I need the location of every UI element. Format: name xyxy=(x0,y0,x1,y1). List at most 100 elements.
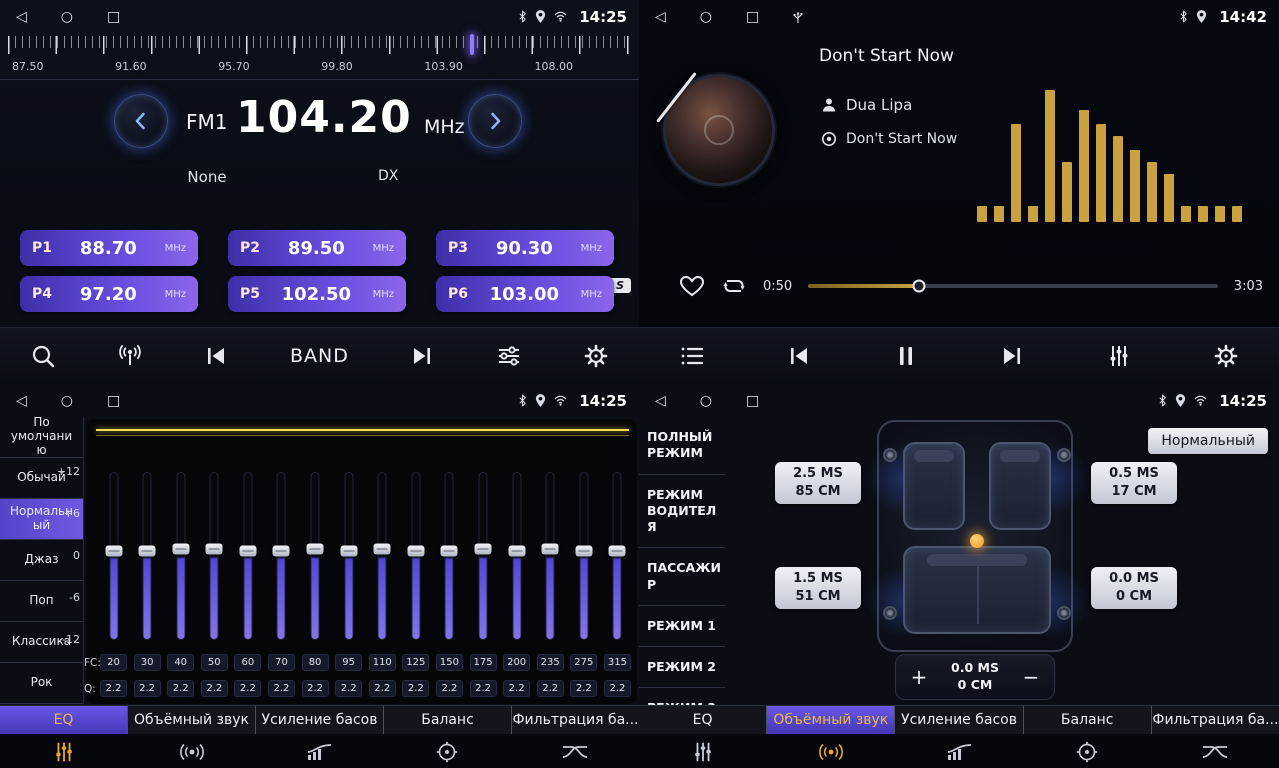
frequency-scale[interactable]: 87.5091.6095.7099.80103.90108.00 xyxy=(0,33,639,80)
listening-position-dot[interactable] xyxy=(970,534,984,548)
eq-band-slider[interactable] xyxy=(268,472,295,640)
delay-rear-right[interactable]: 0.0 MS0 CM xyxy=(1091,567,1177,609)
eq-band-slider[interactable] xyxy=(100,472,127,640)
tab-filter[interactable]: Фильтрация ба... xyxy=(1152,706,1279,734)
progress-thumb[interactable] xyxy=(912,280,925,293)
eq-band-thumb[interactable] xyxy=(172,544,189,555)
eq-band-thumb[interactable] xyxy=(441,545,458,556)
soundfield-mode-item[interactable]: РЕЖИМ 2 xyxy=(639,647,725,688)
eq-band-thumb[interactable] xyxy=(407,545,424,556)
playlist-button[interactable] xyxy=(679,343,705,369)
next-track-button[interactable] xyxy=(999,343,1025,369)
delay-rear-left[interactable]: 1.5 MS51 CM xyxy=(775,567,861,609)
back-button[interactable]: ◁ xyxy=(16,394,27,408)
eq-band-slider[interactable] xyxy=(537,472,564,640)
soundfield-mode-item[interactable]: РЕЖИМ ВОДИТЕЛЯ xyxy=(639,475,725,549)
tab-bass-boost[interactable]: Усиление басов xyxy=(895,706,1023,734)
delay-front-right[interactable]: 0.5 MS17 CM xyxy=(1091,462,1177,504)
eq-band-slider[interactable] xyxy=(335,472,362,640)
previous-track-button[interactable] xyxy=(786,343,812,369)
filter-tab-icon[interactable] xyxy=(511,734,639,768)
balance-tab-icon[interactable] xyxy=(1023,734,1151,768)
preset-button[interactable]: P4 97.20 MHz xyxy=(20,276,198,312)
eq-tab-icon[interactable] xyxy=(0,734,128,768)
preset-button[interactable]: P3 90.30 MHz xyxy=(436,230,614,266)
tab-surround[interactable]: Объёмный звук xyxy=(767,706,895,734)
home-button[interactable]: ○ xyxy=(700,394,712,408)
scan-stations-button[interactable] xyxy=(117,343,143,369)
recents-button[interactable]: □ xyxy=(107,394,120,408)
eq-band-thumb[interactable] xyxy=(575,545,592,556)
tab-filter[interactable]: Фильтрация ба... xyxy=(512,706,639,734)
tab-eq[interactable]: EQ xyxy=(0,706,128,734)
tab-bass-boost[interactable]: Усиление басов xyxy=(256,706,384,734)
recents-button[interactable]: □ xyxy=(746,10,759,24)
bass-boost-tab-icon[interactable] xyxy=(256,734,384,768)
tab-balance[interactable]: Баланс xyxy=(1024,706,1152,734)
surround-tab-icon[interactable] xyxy=(767,734,895,768)
eq-band-thumb[interactable] xyxy=(105,545,122,556)
back-button[interactable]: ◁ xyxy=(655,10,666,24)
eq-band-thumb[interactable] xyxy=(609,545,626,556)
filter-tab-icon[interactable] xyxy=(1151,734,1279,768)
audio-settings-button[interactable] xyxy=(496,343,522,369)
back-button[interactable]: ◁ xyxy=(655,394,666,408)
eq-band-thumb[interactable] xyxy=(508,545,525,556)
preset-button[interactable]: P6 103.00 MHz xyxy=(436,276,614,312)
seek-button[interactable] xyxy=(30,343,56,369)
recents-button[interactable]: □ xyxy=(746,394,759,408)
mixer-button[interactable] xyxy=(1106,343,1132,369)
next-station-button[interactable] xyxy=(409,343,435,369)
eq-tab-icon[interactable] xyxy=(639,734,767,768)
tune-down-button[interactable] xyxy=(114,94,168,148)
settings-button[interactable] xyxy=(1213,343,1239,369)
eq-band-slider[interactable] xyxy=(570,472,597,640)
passenger-seat[interactable] xyxy=(989,442,1051,530)
recents-button[interactable]: □ xyxy=(107,10,120,24)
preset-button[interactable]: P2 89.50 MHz xyxy=(228,230,406,266)
tab-surround[interactable]: Объёмный звук xyxy=(128,706,256,734)
home-button[interactable]: ○ xyxy=(61,10,73,24)
eq-band-slider[interactable] xyxy=(402,472,429,640)
tab-eq[interactable]: EQ xyxy=(639,706,767,734)
bass-boost-tab-icon[interactable] xyxy=(895,734,1023,768)
eq-band-thumb[interactable] xyxy=(475,544,492,555)
eq-band-thumb[interactable] xyxy=(139,545,156,556)
delay-increase-button[interactable]: + xyxy=(900,660,938,694)
tune-up-button[interactable] xyxy=(468,94,522,148)
back-button[interactable]: ◁ xyxy=(16,10,27,24)
eq-band-thumb[interactable] xyxy=(273,545,290,556)
eq-band-slider[interactable] xyxy=(369,472,396,640)
eq-band-thumb[interactable] xyxy=(542,544,559,555)
eq-band-slider[interactable] xyxy=(302,472,329,640)
driver-seat[interactable] xyxy=(903,442,965,530)
delay-front-left[interactable]: 2.5 MS85 CM xyxy=(775,462,861,504)
eq-band-slider[interactable] xyxy=(167,472,194,640)
eq-band-thumb[interactable] xyxy=(340,545,357,556)
preset-button[interactable]: P1 88.70 MHz xyxy=(20,230,198,266)
eq-band-slider[interactable] xyxy=(503,472,530,640)
eq-band-thumb[interactable] xyxy=(206,544,223,555)
balance-tab-icon[interactable] xyxy=(383,734,511,768)
home-button[interactable]: ○ xyxy=(700,10,712,24)
pause-button[interactable] xyxy=(893,343,919,369)
eq-band-thumb[interactable] xyxy=(374,544,391,555)
eq-band-slider[interactable] xyxy=(436,472,463,640)
eq-band-slider[interactable] xyxy=(234,472,261,640)
eq-band-thumb[interactable] xyxy=(239,545,256,556)
eq-band-slider[interactable] xyxy=(134,472,161,640)
progress-slider[interactable] xyxy=(808,284,1218,288)
normal-mode-button[interactable]: Нормальный xyxy=(1148,428,1268,454)
favorite-button[interactable] xyxy=(679,274,705,298)
repeat-button[interactable] xyxy=(721,275,747,297)
delay-decrease-button[interactable]: − xyxy=(1012,660,1050,694)
eq-band-slider[interactable] xyxy=(201,472,228,640)
soundfield-mode-item[interactable]: РЕЖИМ 1 xyxy=(639,606,725,647)
eq-band-slider[interactable] xyxy=(470,472,497,640)
surround-tab-icon[interactable] xyxy=(128,734,256,768)
soundfield-mode-item[interactable]: ПОЛНЫЙ РЕЖИМ xyxy=(639,417,725,475)
rear-bench-seat[interactable] xyxy=(903,546,1051,634)
settings-button[interactable] xyxy=(583,343,609,369)
band-button[interactable]: BAND xyxy=(290,345,349,367)
soundfield-mode-item[interactable]: ПАССАЖИР xyxy=(639,548,725,606)
